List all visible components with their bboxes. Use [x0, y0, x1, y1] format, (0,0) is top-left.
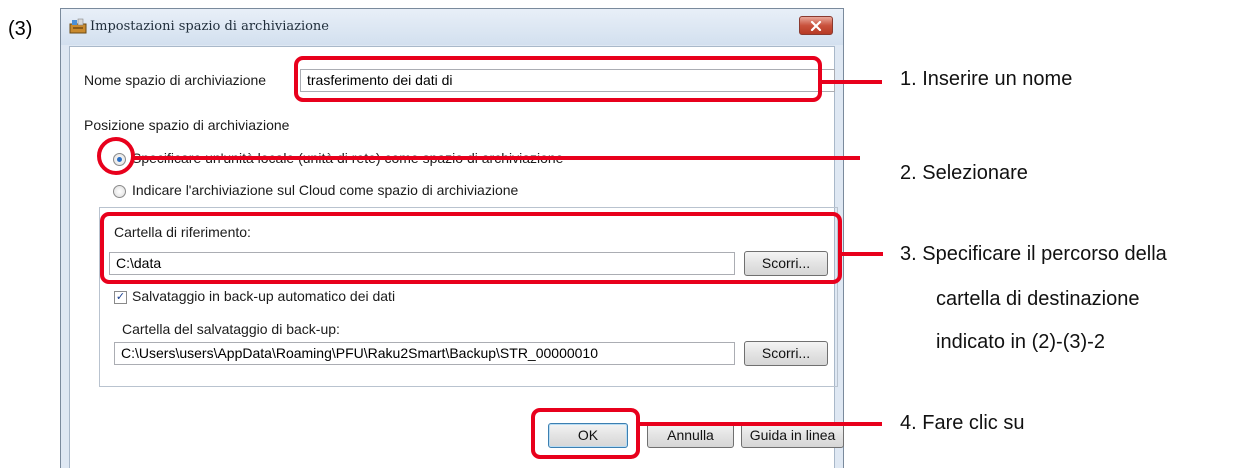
annotation-4: 4. Fare clic su: [900, 412, 1025, 434]
annotation-3-line-2: cartella di destinazione: [936, 288, 1140, 310]
app-icon: [69, 18, 87, 34]
help-button[interactable]: Guida in linea: [741, 423, 844, 448]
highlight-reference-folder: [100, 212, 842, 284]
annotation-1: 1. Inserire un nome: [900, 68, 1073, 90]
backup-folder-label: Cartella del salvataggio di back-up:: [122, 321, 340, 337]
annotation-2: 2. Selezionare: [900, 162, 1028, 184]
window-title: Impostazioni spazio di archiviazione: [90, 19, 330, 34]
leader-line-3: [842, 252, 883, 256]
highlight-radio-local: [97, 137, 135, 175]
step-number: (3): [8, 18, 33, 40]
close-button[interactable]: [799, 16, 833, 35]
title-bar[interactable]: Impostazioni spazio di archiviazione: [61, 9, 843, 45]
storage-name-label: Nome spazio di archiviazione: [84, 72, 267, 88]
highlight-ok-button: [531, 408, 640, 459]
annotation-3-line-1: 3. Specificare il percorso della: [900, 243, 1167, 265]
auto-backup-checkbox[interactable]: ✓: [114, 291, 127, 304]
leader-line-4: [640, 422, 882, 426]
auto-backup-label[interactable]: Salvataggio in back-up automatico dei da…: [132, 288, 395, 304]
cancel-button[interactable]: Annulla: [647, 423, 734, 448]
backup-folder-input[interactable]: C:\Users\users\AppData\Roaming\PFU\Raku2…: [114, 342, 735, 365]
highlight-name-field: [294, 56, 822, 102]
close-icon: [810, 20, 822, 31]
radio-cloud-storage-label[interactable]: Indicare l'archiviazione sul Cloud come …: [132, 182, 518, 198]
backup-folder-browse-button[interactable]: Scorri...: [744, 341, 828, 366]
annotation-3-line-3: indicato in (2)-(3)-2: [936, 331, 1105, 353]
leader-line-2: [133, 156, 860, 160]
leader-line-1: [822, 80, 882, 84]
radio-cloud-storage[interactable]: [113, 185, 126, 198]
storage-position-heading: Posizione spazio di archiviazione: [84, 117, 290, 133]
